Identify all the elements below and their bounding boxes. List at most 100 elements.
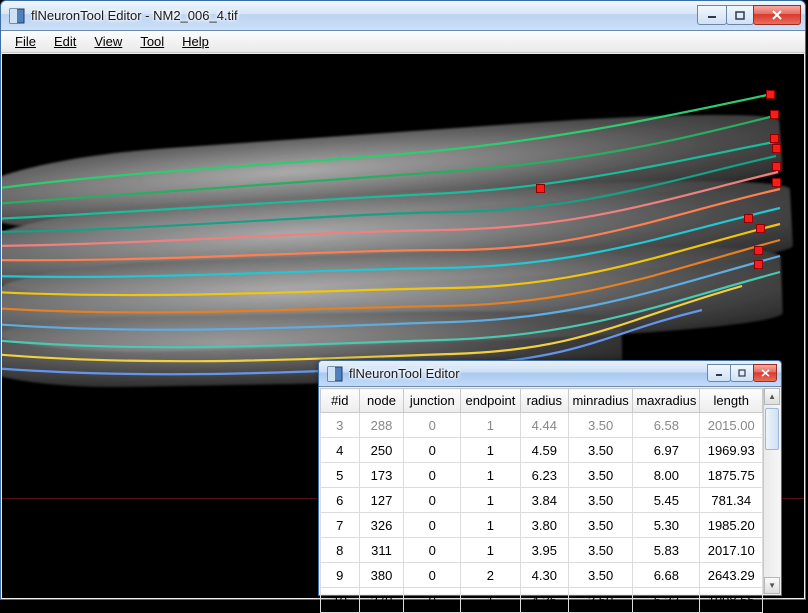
cell-minradius: 3.50 [568,488,632,513]
cell-id: 3 [321,413,360,438]
table-body: 3288014.443.506.582015.004250014.593.506… [321,413,763,613]
col-id[interactable]: #id [321,389,360,413]
cell-length: 2643.29 [700,563,763,588]
vertical-scrollbar[interactable]: ▲ ▼ [763,388,780,594]
cell-radius: 4.30 [520,563,568,588]
cell-length: 2015.00 [700,413,763,438]
table-row[interactable]: 4250014.593.506.971969.93 [321,438,763,463]
scroll-down-button[interactable]: ▼ [764,577,780,594]
cell-minradius: 3.50 [568,413,632,438]
maximize-button[interactable] [730,364,754,382]
cell-node: 288 [359,413,404,438]
cell-id: 9 [321,563,360,588]
cell-maxradius: 8.00 [633,463,700,488]
close-button[interactable] [753,5,801,25]
col-radius[interactable]: radius [520,389,568,413]
cell-endpoint: 1 [461,463,521,488]
cell-maxradius: 6.97 [633,438,700,463]
data-titlebar[interactable]: flNeuronTool Editor [319,361,781,387]
endpoint-marker[interactable] [772,144,781,153]
data-window-title: flNeuronTool Editor [349,366,707,381]
cell-junction: 0 [404,413,461,438]
cell-node: 173 [359,463,404,488]
menu-edit[interactable]: Edit [46,32,84,51]
cell-junction: 0 [404,463,461,488]
scroll-thumb[interactable] [765,408,779,450]
cell-radius: 4.35 [520,588,568,613]
cell-radius: 6.23 [520,463,568,488]
col-length[interactable]: length [700,389,763,413]
cell-id: 4 [321,438,360,463]
cell-id: 7 [321,513,360,538]
cell-minradius: 3.50 [568,563,632,588]
minimize-button[interactable] [697,5,727,25]
col-endpoint[interactable]: endpoint [461,389,521,413]
app-icon [327,366,343,382]
main-window-title: flNeuronTool Editor - NM2_006_4.tif [31,8,697,23]
main-titlebar[interactable]: flNeuronTool Editor - NM2_006_4.tif [1,1,805,31]
table-row[interactable]: 3288014.443.506.582015.00 [321,413,763,438]
table-row[interactable]: 9380024.303.506.682643.29 [321,563,763,588]
cell-endpoint: 1 [461,513,521,538]
cell-junction: 0 [404,538,461,563]
endpoint-marker[interactable] [754,246,763,255]
col-node[interactable]: node [359,389,404,413]
cell-junction: 0 [404,438,461,463]
col-minradius[interactable]: minradius [568,389,632,413]
endpoint-marker[interactable] [744,214,753,223]
scroll-up-button[interactable]: ▲ [764,388,780,405]
cell-endpoint: 1 [461,413,521,438]
close-button[interactable] [753,364,777,382]
table-row[interactable]: 10270014.353.506.321998.55 [321,588,763,613]
cell-endpoint: 1 [461,438,521,463]
cell-maxradius: 6.68 [633,563,700,588]
menu-view[interactable]: View [86,32,130,51]
cell-radius: 3.84 [520,488,568,513]
cell-node: 250 [359,438,404,463]
endpoint-marker[interactable] [766,90,775,99]
window-buttons [697,6,801,25]
cell-junction: 0 [404,588,461,613]
data-table-area: #id node junction endpoint radius minrad… [320,388,780,594]
endpoint-marker[interactable] [772,162,781,171]
menu-tool[interactable]: Tool [132,32,172,51]
cell-maxradius: 5.45 [633,488,700,513]
cell-radius: 3.95 [520,538,568,563]
endpoint-marker[interactable] [772,178,781,187]
cell-node: 311 [359,538,404,563]
cell-radius: 4.59 [520,438,568,463]
endpoint-marker[interactable] [770,110,779,119]
cell-id: 5 [321,463,360,488]
cell-endpoint: 1 [461,538,521,563]
table-row[interactable]: 5173016.233.508.001875.75 [321,463,763,488]
menubar: File Edit View Tool Help [1,31,805,53]
maximize-button[interactable] [726,5,754,25]
endpoint-marker[interactable] [536,184,545,193]
endpoint-marker[interactable] [770,134,779,143]
cell-length: 2017.10 [700,538,763,563]
col-junction[interactable]: junction [404,389,461,413]
endpoint-marker[interactable] [756,224,765,233]
table-row[interactable]: 6127013.843.505.45781.34 [321,488,763,513]
cell-node: 127 [359,488,404,513]
menu-file[interactable]: File [7,32,44,51]
table-header: #id node junction endpoint radius minrad… [321,389,763,413]
cell-endpoint: 2 [461,563,521,588]
cell-node: 326 [359,513,404,538]
cell-minradius: 3.50 [568,538,632,563]
data-table: #id node junction endpoint radius minrad… [320,388,763,613]
cell-length: 1875.75 [700,463,763,488]
table-row[interactable]: 7326013.803.505.301985.20 [321,513,763,538]
cell-radius: 3.80 [520,513,568,538]
minimize-button[interactable] [707,364,731,382]
menu-help[interactable]: Help [174,32,217,51]
table-row[interactable]: 8311013.953.505.832017.10 [321,538,763,563]
cell-minradius: 3.50 [568,438,632,463]
endpoint-marker[interactable] [754,260,763,269]
col-maxradius[interactable]: maxradius [633,389,700,413]
cell-id: 6 [321,488,360,513]
cell-radius: 4.44 [520,413,568,438]
data-window: flNeuronTool Editor #id node ju [318,360,782,596]
cell-junction: 0 [404,513,461,538]
cell-length: 781.34 [700,488,763,513]
